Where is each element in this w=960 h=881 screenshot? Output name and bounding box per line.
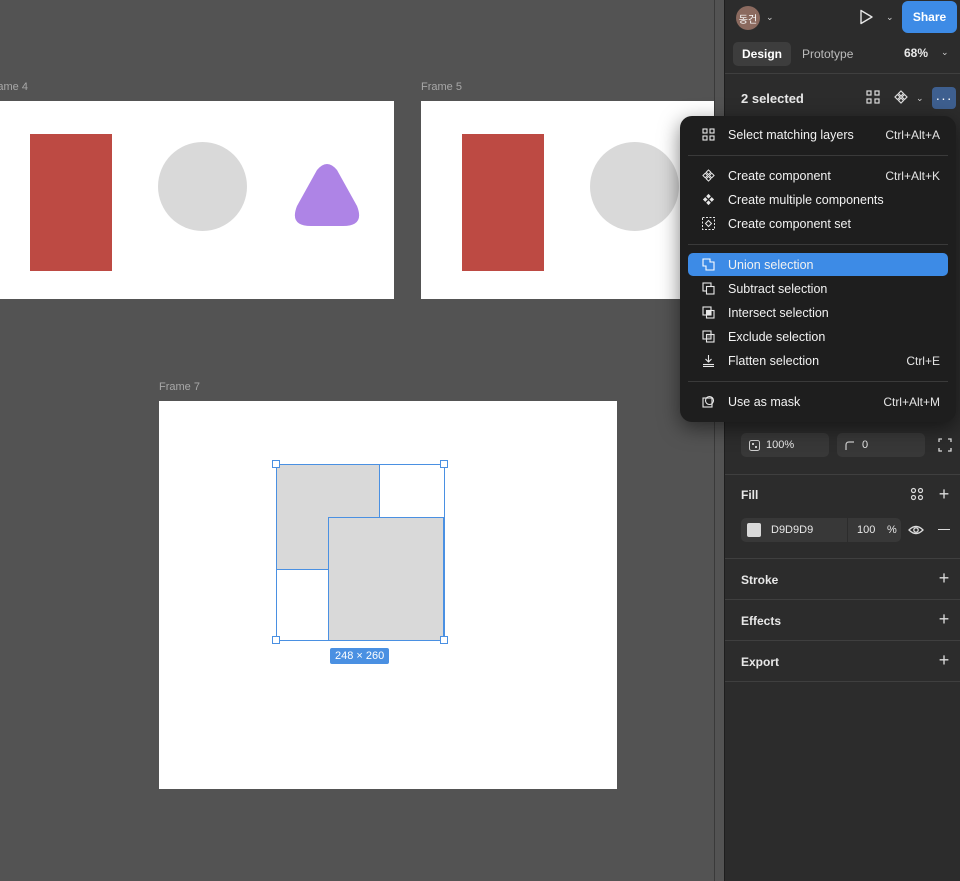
more-options-icon[interactable]: ··· bbox=[932, 87, 956, 109]
resize-handle-bottom-right[interactable] bbox=[440, 636, 448, 644]
fill-opacity[interactable]: 100 bbox=[857, 524, 881, 536]
share-button[interactable]: Share bbox=[902, 1, 957, 33]
grey-circle[interactable] bbox=[590, 142, 679, 231]
frame-label-4[interactable]: Frame 4 bbox=[0, 81, 28, 93]
resize-handle-top-right[interactable] bbox=[440, 460, 448, 468]
union-icon bbox=[701, 258, 715, 271]
chevron-down-icon[interactable]: ⌄ bbox=[766, 12, 774, 23]
tab-design[interactable]: Design bbox=[733, 42, 792, 66]
frame-4[interactable] bbox=[0, 101, 394, 299]
component-icon[interactable] bbox=[894, 90, 908, 104]
export-title: Export bbox=[741, 655, 780, 669]
frame-label-7[interactable]: Frame 7 bbox=[159, 381, 200, 393]
opacity-field[interactable]: 100% bbox=[741, 433, 829, 457]
chevron-down-icon[interactable]: ⌄ bbox=[941, 47, 949, 58]
purple-triangle[interactable] bbox=[291, 162, 363, 228]
divider bbox=[725, 681, 960, 682]
play-icon[interactable] bbox=[858, 9, 874, 25]
menu-item-create-component-set[interactable]: Create component set bbox=[688, 212, 948, 235]
divider bbox=[725, 474, 960, 475]
fill-title: Fill bbox=[741, 488, 759, 502]
menu-item-create-multiple-components[interactable]: Create multiple components bbox=[688, 188, 948, 211]
effects-title: Effects bbox=[741, 614, 782, 628]
menu-item-create-component[interactable]: Create component Ctrl+Alt+K bbox=[688, 164, 948, 187]
divider bbox=[725, 640, 960, 641]
canvas[interactable]: Frame 4 Frame 5 Frame 7 248 × 260 bbox=[0, 0, 715, 881]
menu-item-use-as-mask[interactable]: Use as mask Ctrl+Alt+M bbox=[688, 390, 948, 413]
menu-separator bbox=[688, 244, 948, 245]
fill-color-field[interactable]: D9D9D9 100 % bbox=[741, 518, 901, 542]
fill-opacity-unit: % bbox=[887, 524, 897, 536]
fill-color-swatch[interactable] bbox=[747, 523, 761, 537]
tab-prototype[interactable]: Prototype bbox=[793, 42, 862, 66]
user-avatar[interactable]: 동건 bbox=[736, 6, 760, 30]
resize-handle-top-left[interactable] bbox=[272, 460, 280, 468]
exclude-icon bbox=[701, 330, 715, 343]
field-divider bbox=[847, 518, 848, 542]
select-matching-icon[interactable] bbox=[866, 90, 880, 104]
component-icon bbox=[701, 169, 715, 182]
frame-7[interactable]: 248 × 260 bbox=[159, 401, 617, 789]
divider bbox=[725, 73, 960, 74]
menu-item-flatten-selection[interactable]: Flatten selection Ctrl+E bbox=[688, 349, 948, 372]
red-rectangle[interactable] bbox=[462, 134, 544, 271]
menu-item-select-matching-layers[interactable]: Select matching layers Ctrl+Alt+A bbox=[688, 123, 948, 146]
menu-separator bbox=[688, 155, 948, 156]
mask-icon bbox=[701, 395, 714, 408]
zoom-level[interactable]: 68% bbox=[904, 46, 928, 60]
add-stroke-icon[interactable]: + bbox=[934, 568, 954, 588]
add-effect-icon[interactable]: + bbox=[934, 609, 954, 629]
chevron-down-icon[interactable]: ⌄ bbox=[916, 93, 924, 104]
styles-icon[interactable] bbox=[910, 487, 924, 501]
menu-item-subtract-selection[interactable]: Subtract selection bbox=[688, 277, 948, 300]
menu-item-exclude-selection[interactable]: Exclude selection bbox=[688, 325, 948, 348]
intersect-icon bbox=[701, 306, 715, 319]
remove-fill-icon[interactable] bbox=[938, 529, 950, 531]
select-matching-icon bbox=[701, 128, 715, 141]
add-fill-icon[interactable]: + bbox=[934, 484, 954, 504]
independent-corners-icon[interactable] bbox=[938, 438, 952, 452]
selection-bounding-box[interactable] bbox=[276, 464, 445, 641]
grey-circle[interactable] bbox=[158, 142, 247, 231]
divider bbox=[725, 599, 960, 600]
resize-handle-bottom-left[interactable] bbox=[272, 636, 280, 644]
stroke-title: Stroke bbox=[741, 573, 779, 587]
corner-radius-icon bbox=[845, 440, 854, 450]
flatten-icon bbox=[702, 355, 714, 367]
eye-icon[interactable] bbox=[908, 523, 924, 537]
red-rectangle[interactable] bbox=[30, 134, 112, 271]
menu-item-union-selection[interactable]: Union selection bbox=[688, 253, 948, 276]
selection-size-badge: 248 × 260 bbox=[330, 648, 390, 664]
menu-separator bbox=[688, 381, 948, 382]
chevron-down-icon[interactable]: ⌄ bbox=[886, 12, 894, 23]
opacity-icon bbox=[749, 439, 760, 451]
corner-radius-value: 0 bbox=[862, 439, 869, 451]
add-export-icon[interactable]: + bbox=[934, 650, 954, 670]
frame-5[interactable] bbox=[421, 101, 715, 299]
menu-item-intersect-selection[interactable]: Intersect selection bbox=[688, 301, 948, 324]
selection-count: 2 selected bbox=[741, 91, 804, 106]
opacity-value: 100% bbox=[766, 439, 795, 451]
divider bbox=[725, 558, 960, 559]
subtract-icon bbox=[701, 282, 715, 295]
multiple-components-icon bbox=[702, 193, 714, 206]
corner-radius-field[interactable]: 0 bbox=[837, 433, 925, 457]
component-set-icon bbox=[701, 217, 715, 230]
context-menu: Select matching layers Ctrl+Alt+A Create… bbox=[680, 116, 956, 422]
fill-hex[interactable]: D9D9D9 bbox=[771, 524, 847, 536]
frame-label-5[interactable]: Frame 5 bbox=[421, 81, 462, 93]
